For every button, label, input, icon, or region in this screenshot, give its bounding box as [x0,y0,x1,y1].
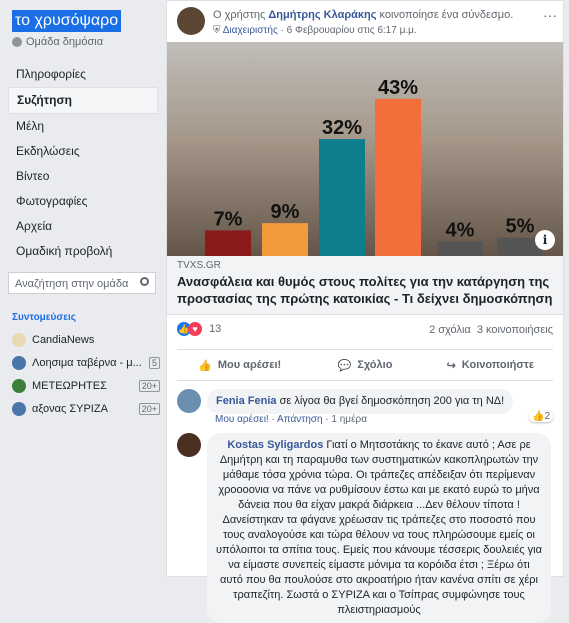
nav-item-0[interactable]: Πληροφορίες [8,62,158,87]
post-header-text: Ο χρήστης Δημήτρης Κλαράκης κοινοποίησε … [213,9,513,21]
comment-1: Fenia Fenia σε λίγοα θα βγεί δημοσκόπηση… [177,389,553,429]
comment-like-link[interactable]: Μου αρέσει! [215,414,269,425]
shortcuts-title: Συντομεύσεις [12,312,76,323]
nav-item-7[interactable]: Ομαδική προβολή [8,239,158,264]
comment-reactions[interactable]: 👍2 [528,411,553,422]
header-suffix: κοινοποίησε ένα σύνδεσμο. [376,9,514,21]
poll-bar-0 [205,230,251,256]
group-icon [12,402,26,416]
shortcut-item[interactable]: Λοησιμα ταβέρνα - μ... 5 [12,353,160,373]
more-options-icon[interactable]: ··· [543,7,557,23]
link-title: Ανασφάλεια και θυμός στους πολίτες για τ… [177,274,553,306]
shortcut-label: ΜΕΤΕΩΡΗΤΕΣ [32,380,107,392]
search-icon [140,277,149,286]
info-icon[interactable]: i [535,230,555,250]
poll-chart: 7% 9% 32% 43% 4% 5% [205,77,543,256]
shortcut-item[interactable]: αξονας ΣΥΡΙΖΑ 20+ [12,399,160,419]
group-type-label: Ομάδα δημόσια [26,36,104,48]
poll-bar-1 [262,223,308,256]
shield-icon: ⛨ [213,25,223,36]
post-actions: 👍 Μου αρέσει! 💬 Σχόλιο ↪ Κοινοποιήστε [177,349,553,381]
commenter-name[interactable]: Kostas Syligardos [227,439,323,451]
post-meta: ⛨ Διαχειριστής · 6 Φεβρουαρίου στις 6:17… [213,25,417,36]
nav-item-4[interactable]: Βίντεο [8,164,158,189]
post-header: Ο χρήστης Δημήτρης Κλαράκης κοινοποίησε … [177,7,557,37]
poll-bar-label-0: 7% [214,208,243,230]
comments-count[interactable]: 2 σχόλια [429,324,471,336]
group-nav: Πληροφορίες Συζήτηση Μέλη Εκδηλώσεις Βίντεο Φ… [8,62,158,264]
link-preview[interactable]: TVXS.GR Ανασφάλεια και θυμός στους πολίτ… [167,256,563,315]
shortcut-count-badge: 20+ [138,380,160,392]
nav-item-6[interactable]: Αρχεία [8,214,158,239]
thumbs-up-icon: 👍 [198,359,212,372]
shortcut-label: αξονας ΣΥΡΙΖΑ [32,403,108,415]
comment-bubble: Kostas Syligardos Γιατί ο Μητσοτάκης το … [207,433,551,623]
comment-text: σε λίγοα θα βγεί δημοσκόπηση 200 για τη … [276,395,505,407]
nav-item-2[interactable]: Μέλη [8,114,158,139]
link-preview-image[interactable]: 7% 9% 32% 43% 4% 5% i [167,42,563,256]
shortcut-label: Λοησιμα ταβέρνα - μ... [32,357,142,369]
engagement-counts: 2 σχόλια 3 κοινοποιήσεις [429,324,553,336]
shortcut-count-badge: 5 [148,357,160,369]
reactions-bar: 👍 ♥ 13 2 σχόλια 3 κοινοποιήσεις [177,322,553,340]
poll-bar-label-5: 5% [506,216,535,238]
like-reaction-icon: 👍 [531,411,545,422]
globe-icon [12,37,22,47]
nav-item-1[interactable]: Συζήτηση [8,87,158,114]
commenter-avatar[interactable] [177,389,201,413]
author-link[interactable]: Δημήτρης Κλαράκης [268,9,376,21]
group-type: Ομάδα δημόσια [12,36,103,48]
comment-reaction-count: 2 [544,411,550,422]
share-label: Κοινοποιήστε [461,359,535,371]
poll-bar-label-3: 43% [378,77,418,99]
like-label: Μου αρέσει! [217,359,282,371]
comment-text: Γιατί ο Μητσοτάκης το έκανε αυτό ; Ασε ρ… [216,439,542,616]
comment-bubble: Fenia Fenia σε λίγοα θα βγεί δημοσκόπηση… [207,389,514,414]
group-icon [12,356,26,370]
comment-2: Kostas Syligardos Γιατί ο Μητσοτάκης το … [177,433,553,623]
reaction-count[interactable]: 13 [209,323,221,335]
shortcut-count-badge: 20+ [138,403,160,415]
shortcut-item[interactable]: ΜΕΤΕΩΡΗΤΕΣ 20+ [12,376,160,396]
poll-bar-4 [437,241,483,256]
nav-item-3[interactable]: Εκδηλώσεις [8,139,158,164]
love-reaction-icon: ♥ [188,322,202,336]
shortcut-label: CandiaNews [32,334,95,346]
poll-bar-label-1: 9% [271,201,300,223]
header-prefix: Ο χρήστης [213,9,269,21]
group-name[interactable]: το χρυσόψαρο [12,10,122,32]
comment-icon: 💬 [337,359,352,372]
comment-button[interactable]: 💬 Σχόλιο [302,350,427,380]
post-timestamp[interactable]: · 6 Φεβρουαρίου στις 6:17 μ.μ. [281,25,417,36]
commenter-avatar[interactable] [177,433,201,457]
shortcut-item[interactable]: CandiaNews [12,330,160,350]
comment-label: Σχόλιο [357,359,393,371]
comment-actions: Μου αρέσει! · Απάντηση · 1 ημέρα [215,414,367,425]
comment-time[interactable]: 1 ημέρα [331,414,367,425]
group-icon [12,333,26,347]
author-role[interactable]: Διαχειριστής [223,25,278,36]
poll-bar-label-4: 4% [446,219,475,241]
link-source: TVXS.GR [177,260,221,271]
poll-bar-label-2: 32% [322,117,362,139]
like-button[interactable]: 👍 Μου αρέσει! [177,350,302,380]
poll-bar-2 [319,139,365,256]
group-icon [12,379,26,393]
share-button[interactable]: ↪ Κοινοποιήστε [428,350,553,380]
search-placeholder: Αναζήτηση στην ομάδα [15,278,129,290]
poll-bar-3 [375,98,421,256]
shares-count[interactable]: 3 κοινοποιήσεις [477,324,553,336]
commenter-name[interactable]: Fenia Fenia [216,395,277,407]
author-avatar[interactable] [177,7,205,35]
group-search-input[interactable]: Αναζήτηση στην ομάδα [8,272,156,294]
nav-item-5[interactable]: Φωτογραφίες [8,189,158,214]
share-icon: ↪ [446,359,456,372]
comment-reply-link[interactable]: Απάντηση [277,414,322,425]
left-sidebar: το χρυσόψαρο Ομάδα δημόσια Πληροφορίες Συ… [0,0,166,577]
post-card: Ο χρήστης Δημήτρης Κλαράκης κοινοποίησε … [166,0,564,623]
